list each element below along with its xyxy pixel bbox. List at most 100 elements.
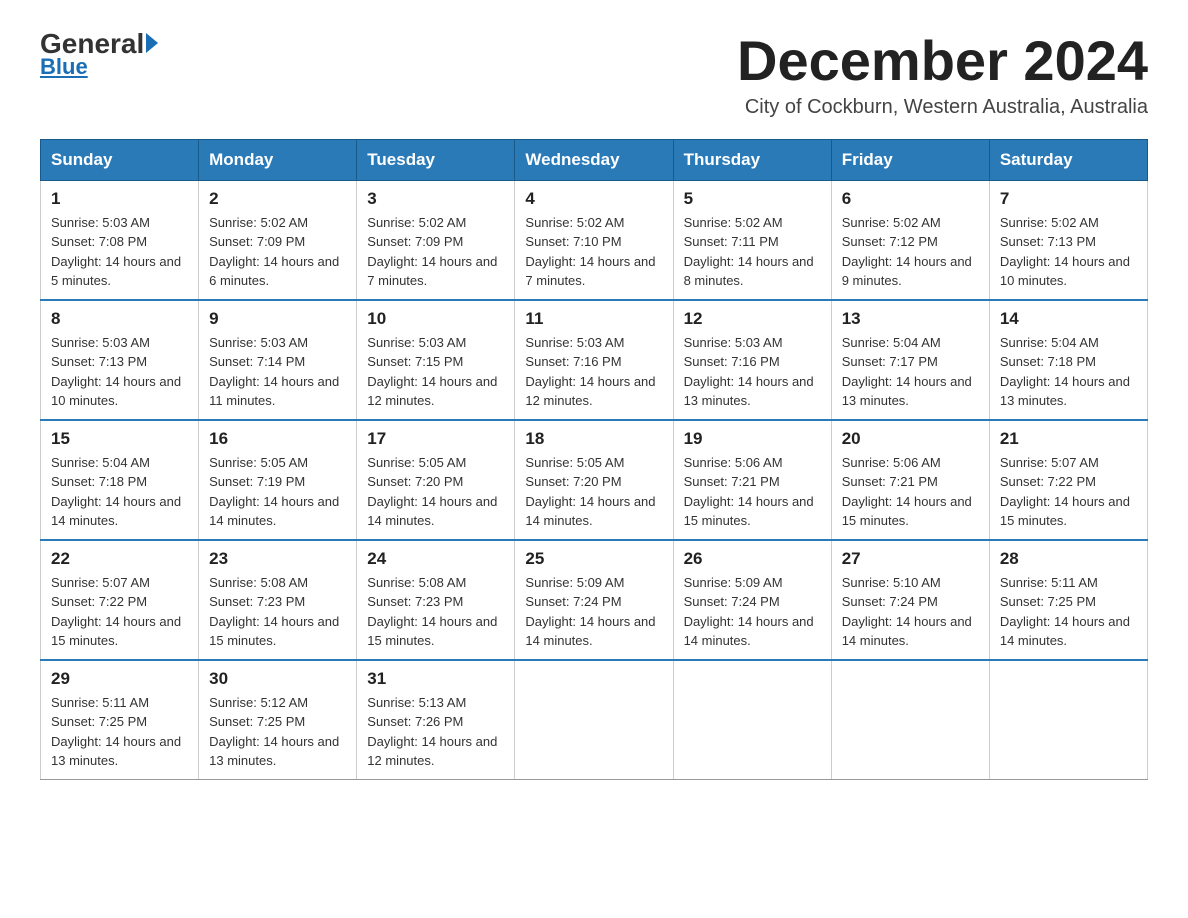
col-thursday: Thursday: [673, 139, 831, 180]
day-info-21: Sunrise: 5:07 AMSunset: 7:22 PMDaylight:…: [1000, 453, 1137, 531]
day-number-12: 12: [684, 309, 821, 329]
day-number-8: 8: [51, 309, 188, 329]
location-subtitle: City of Cockburn, Western Australia, Aus…: [737, 96, 1148, 119]
calendar-cell-w1-d4: 4Sunrise: 5:02 AMSunset: 7:10 PMDaylight…: [515, 180, 673, 300]
day-number-26: 26: [684, 549, 821, 569]
calendar-cell-w4-d4: 25 Sunrise: 5:09 AMSunset: 7:24 PMDayligh…: [515, 540, 673, 660]
day-info-6: Sunrise: 5:02 AMSunset: 7:12 PMDaylight:…: [842, 213, 979, 291]
calendar-cell-w3-d5: 19 Sunrise: 5:06 AMSunset: 7:21 PMDayligh…: [673, 420, 831, 540]
day-number-23: 23: [209, 549, 346, 569]
day-number-2: 2: [209, 189, 346, 209]
col-monday: Monday: [199, 139, 357, 180]
day-number-19: 19: [684, 429, 821, 449]
calendar-cell-w4-d3: 24Sunrise: 5:08 AMSunset: 7:23 PMDayligh…: [357, 540, 515, 660]
day-number-14: 14: [1000, 309, 1137, 329]
day-number-13: 13: [842, 309, 979, 329]
day-number-16: 16: [209, 429, 346, 449]
day-info-4: Sunrise: 5:02 AMSunset: 7:10 PMDaylight:…: [525, 213, 662, 291]
day-number-28: 28: [1000, 549, 1137, 569]
calendar-cell-w3-d7: 21 Sunrise: 5:07 AMSunset: 7:22 PMDayligh…: [989, 420, 1147, 540]
day-info-23: Sunrise: 5:08 AMSunset: 7:23 PMDaylight:…: [209, 573, 346, 651]
day-info-8: Sunrise: 5:03 AMSunset: 7:13 PMDaylight:…: [51, 333, 188, 411]
day-info-9: Sunrise: 5:03 AMSunset: 7:14 PMDaylight:…: [209, 333, 346, 411]
calendar-week-row-3: 15 Sunrise: 5:04 AMSunset: 7:18 PMDayligh…: [41, 420, 1148, 540]
calendar-cell-w4-d7: 28 Sunrise: 5:11 AMSunset: 7:25 PMDayligh…: [989, 540, 1147, 660]
calendar-week-row-1: 1Sunrise: 5:03 AMSunset: 7:08 PMDaylight…: [41, 180, 1148, 300]
day-info-18: Sunrise: 5:05 AMSunset: 7:20 PMDaylight:…: [525, 453, 662, 531]
calendar-cell-w4-d6: 27 Sunrise: 5:10 AMSunset: 7:24 PMDayligh…: [831, 540, 989, 660]
title-area: December 2024 City of Cockburn, Western …: [737, 30, 1148, 119]
day-info-26: Sunrise: 5:09 AMSunset: 7:24 PMDaylight:…: [684, 573, 821, 651]
calendar-cell-w1-d2: 2Sunrise: 5:02 AMSunset: 7:09 PMDaylight…: [199, 180, 357, 300]
calendar-cell-w1-d5: 5 Sunrise: 5:02 AMSunset: 7:11 PMDaylight…: [673, 180, 831, 300]
day-info-31: Sunrise: 5:13 AMSunset: 7:26 PMDaylight:…: [367, 693, 504, 771]
calendar-cell-w1-d6: 6 Sunrise: 5:02 AMSunset: 7:12 PMDaylight…: [831, 180, 989, 300]
calendar-cell-w3-d3: 17Sunrise: 5:05 AMSunset: 7:20 PMDayligh…: [357, 420, 515, 540]
calendar-cell-w2-d3: 10 Sunrise: 5:03 AMSunset: 7:15 PMDayligh…: [357, 300, 515, 420]
day-number-5: 5: [684, 189, 821, 209]
calendar-cell-w2-d6: 13 Sunrise: 5:04 AMSunset: 7:17 PMDayligh…: [831, 300, 989, 420]
day-info-16: Sunrise: 5:05 AMSunset: 7:19 PMDaylight:…: [209, 453, 346, 531]
day-number-20: 20: [842, 429, 979, 449]
day-number-9: 9: [209, 309, 346, 329]
calendar-cell-w3-d6: 20Sunrise: 5:06 AMSunset: 7:21 PMDayligh…: [831, 420, 989, 540]
day-number-6: 6: [842, 189, 979, 209]
calendar-cell-w4-d2: 23 Sunrise: 5:08 AMSunset: 7:23 PMDayligh…: [199, 540, 357, 660]
col-wednesday: Wednesday: [515, 139, 673, 180]
day-info-25: Sunrise: 5:09 AMSunset: 7:24 PMDaylight:…: [525, 573, 662, 651]
calendar-cell-w3-d1: 15 Sunrise: 5:04 AMSunset: 7:18 PMDayligh…: [41, 420, 199, 540]
day-number-22: 22: [51, 549, 188, 569]
day-number-29: 29: [51, 669, 188, 689]
calendar-cell-w5-d7: [989, 660, 1147, 780]
header: General Blue December 2024 City of Cockb…: [40, 30, 1148, 119]
logo-blue-text: Blue: [40, 54, 88, 80]
col-saturday: Saturday: [989, 139, 1147, 180]
col-friday: Friday: [831, 139, 989, 180]
calendar-cell-w4-d1: 22 Sunrise: 5:07 AMSunset: 7:22 PMDayligh…: [41, 540, 199, 660]
calendar-cell-w1-d1: 1Sunrise: 5:03 AMSunset: 7:08 PMDaylight…: [41, 180, 199, 300]
calendar-cell-w5-d1: 29 Sunrise: 5:11 AMSunset: 7:25 PMDayligh…: [41, 660, 199, 780]
day-info-13: Sunrise: 5:04 AMSunset: 7:17 PMDaylight:…: [842, 333, 979, 411]
calendar-week-row-4: 22 Sunrise: 5:07 AMSunset: 7:22 PMDayligh…: [41, 540, 1148, 660]
calendar-cell-w2-d1: 8 Sunrise: 5:03 AMSunset: 7:13 PMDaylight…: [41, 300, 199, 420]
day-number-18: 18: [525, 429, 662, 449]
logo-triangle-icon: [146, 33, 158, 53]
day-info-7: Sunrise: 5:02 AMSunset: 7:13 PMDaylight:…: [1000, 213, 1137, 291]
calendar-cell-w5-d4: [515, 660, 673, 780]
calendar-cell-w2-d5: 12 Sunrise: 5:03 AMSunset: 7:16 PMDayligh…: [673, 300, 831, 420]
day-number-25: 25: [525, 549, 662, 569]
col-tuesday: Tuesday: [357, 139, 515, 180]
day-number-21: 21: [1000, 429, 1137, 449]
day-info-3: Sunrise: 5:02 AMSunset: 7:09 PMDaylight:…: [367, 213, 504, 291]
day-info-5: Sunrise: 5:02 AMSunset: 7:11 PMDaylight:…: [684, 213, 821, 291]
day-info-28: Sunrise: 5:11 AMSunset: 7:25 PMDaylight:…: [1000, 573, 1137, 651]
day-info-12: Sunrise: 5:03 AMSunset: 7:16 PMDaylight:…: [684, 333, 821, 411]
calendar-cell-w4-d5: 26 Sunrise: 5:09 AMSunset: 7:24 PMDayligh…: [673, 540, 831, 660]
logo-area: General Blue: [40, 30, 158, 80]
calendar-cell-w5-d6: [831, 660, 989, 780]
day-number-30: 30: [209, 669, 346, 689]
day-number-15: 15: [51, 429, 188, 449]
day-number-27: 27: [842, 549, 979, 569]
day-info-22: Sunrise: 5:07 AMSunset: 7:22 PMDaylight:…: [51, 573, 188, 651]
calendar-cell-w2-d4: 11Sunrise: 5:03 AMSunset: 7:16 PMDayligh…: [515, 300, 673, 420]
day-info-1: Sunrise: 5:03 AMSunset: 7:08 PMDaylight:…: [51, 213, 188, 291]
day-number-17: 17: [367, 429, 504, 449]
col-sunday: Sunday: [41, 139, 199, 180]
calendar-table: Sunday Monday Tuesday Wednesday Thursday…: [40, 139, 1148, 780]
calendar-cell-w3-d4: 18 Sunrise: 5:05 AMSunset: 7:20 PMDayligh…: [515, 420, 673, 540]
calendar-cell-w1-d7: 7 Sunrise: 5:02 AMSunset: 7:13 PMDaylight…: [989, 180, 1147, 300]
calendar-cell-w3-d2: 16 Sunrise: 5:05 AMSunset: 7:19 PMDayligh…: [199, 420, 357, 540]
day-info-15: Sunrise: 5:04 AMSunset: 7:18 PMDaylight:…: [51, 453, 188, 531]
calendar-cell-w5-d2: 30Sunrise: 5:12 AMSunset: 7:25 PMDayligh…: [199, 660, 357, 780]
calendar-cell-w2-d7: 14Sunrise: 5:04 AMSunset: 7:18 PMDayligh…: [989, 300, 1147, 420]
day-info-29: Sunrise: 5:11 AMSunset: 7:25 PMDaylight:…: [51, 693, 188, 771]
day-info-27: Sunrise: 5:10 AMSunset: 7:24 PMDaylight:…: [842, 573, 979, 651]
day-info-24: Sunrise: 5:08 AMSunset: 7:23 PMDaylight:…: [367, 573, 504, 651]
day-number-10: 10: [367, 309, 504, 329]
day-info-11: Sunrise: 5:03 AMSunset: 7:16 PMDaylight:…: [525, 333, 662, 411]
day-info-10: Sunrise: 5:03 AMSunset: 7:15 PMDaylight:…: [367, 333, 504, 411]
day-info-19: Sunrise: 5:06 AMSunset: 7:21 PMDaylight:…: [684, 453, 821, 531]
calendar-week-row-5: 29 Sunrise: 5:11 AMSunset: 7:25 PMDayligh…: [41, 660, 1148, 780]
day-number-7: 7: [1000, 189, 1137, 209]
